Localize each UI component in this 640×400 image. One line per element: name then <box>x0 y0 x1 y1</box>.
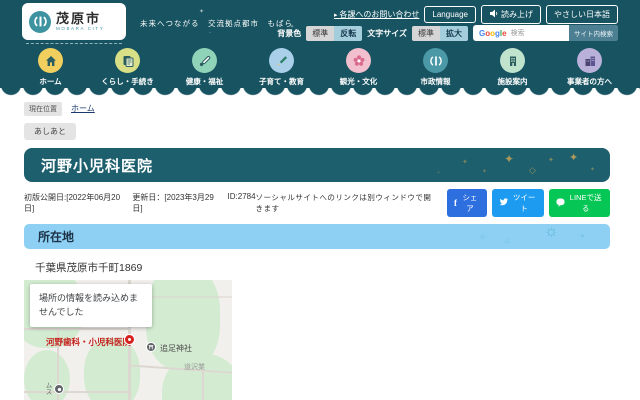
header-settings-row: 背景色 標準 反転 文字サイズ 標準 拡大 Google 検索 サイト内検索 <box>277 25 618 41</box>
speaker-icon <box>489 9 498 20</box>
main-navigation: ホーム くらし・手続き 健康・福祉 子育て・教育 観光・文化 市政情報 施設案内… <box>0 45 640 88</box>
article-meta: 初版公開日:[2022年06月20日] 更新日：[2023年3月29日] ID:… <box>24 192 256 214</box>
nav-item-kenko[interactable]: 健康・福祉 <box>182 48 228 88</box>
search-input[interactable]: 検索 <box>511 28 569 38</box>
area-map-label: 道沢業 <box>184 364 205 371</box>
background-toggle: 標準 反転 <box>306 25 363 41</box>
line-share-button[interactable]: LINEで送る <box>549 189 610 217</box>
mobara-city-page: 茂原市 MOBARA CITY 未来へつながる 交流拠点都市 もばら ✦ ✦ ・… <box>0 0 640 400</box>
embedded-map[interactable]: 河野歯科・小児科医院 追足神社 道沢業 ムス 場所の情報を読み込めませんでした <box>24 280 232 400</box>
poi-icon <box>57 387 61 391</box>
page-content: 現在位置 ホーム あしあと 河野小児科医院 ✦ ✦ ✦ ◇ ✦ ✦ ✦ + 初版… <box>0 98 640 400</box>
header-bar: 茂原市 MOBARA CITY 未来へつながる 交流拠点都市 もばら ✦ ✦ ・… <box>0 0 640 45</box>
triangle-decoration: △ <box>505 238 510 244</box>
nav-item-kosodate[interactable]: 子育て・教育 <box>259 48 305 88</box>
wave-edge-decoration <box>0 88 640 98</box>
logo-text: 茂原市 MOBARA CITY <box>56 12 104 32</box>
sparkle-decoration: ・ <box>208 30 212 35</box>
cherry-blossom-icon <box>346 48 371 73</box>
sparkle-decoration: ✦ <box>580 234 586 240</box>
clinic-map-marker[interactable] <box>124 334 135 345</box>
site-subtitle: MOBARA CITY <box>56 25 105 31</box>
diamond-decoration: ◇ <box>529 165 536 175</box>
header-utility-row: 各課へのお問い合わせ Language 読み上げ やさしい日本語 <box>334 5 618 24</box>
tweet-button[interactable]: ツイート <box>491 189 545 217</box>
breadcrumb: 現在位置 ホーム <box>24 101 610 116</box>
city-tagline: 未来へつながる 交流拠点都市 もばら <box>140 19 293 28</box>
language-button[interactable]: Language <box>424 6 476 23</box>
home-icon <box>38 48 63 73</box>
clinic-map-label[interactable]: 河野歯科・小児科医院 <box>46 336 131 348</box>
sparkle-decoration: ✦ <box>462 159 468 166</box>
line-icon <box>556 197 565 209</box>
sparkle-decoration: ✦ <box>504 152 515 166</box>
textsize-standard-option[interactable]: 標準 <box>412 25 440 41</box>
easy-japanese-button[interactable]: やさしい日本語 <box>546 5 618 24</box>
background-invert-option[interactable]: 反転 <box>334 25 363 41</box>
map-error-popup: 場所の情報を読み込めませんでした <box>30 284 152 327</box>
textsize-expand-option[interactable]: 拡大 <box>440 25 468 41</box>
textsize-label: 文字サイズ <box>367 28 407 38</box>
map-road <box>202 370 204 400</box>
shrine-map-label[interactable]: 追足神社 <box>160 343 192 354</box>
facebook-share-button[interactable]: f シェア <box>446 189 487 217</box>
published-date: 初版公開日:[2022年06月20日] <box>24 193 121 213</box>
current-position-badge: 現在位置 <box>24 101 62 116</box>
page-id: ID:2784 <box>227 192 256 201</box>
nav-item-shisetsu[interactable]: 施設案内 <box>490 48 536 88</box>
background-color-label: 背景色 <box>277 28 302 38</box>
building-icon <box>500 48 525 73</box>
address-text: 千葉県茂原市千町1869 <box>35 262 143 274</box>
background-standard-option[interactable]: 標準 <box>306 25 335 41</box>
page-title-banner: 河野小児科医院 ✦ ✦ ✦ ◇ ✦ ✦ ✦ + <box>24 148 610 182</box>
nav-item-shisei[interactable]: 市政情報 <box>413 48 459 88</box>
footprints-button[interactable]: あしあと <box>24 123 76 140</box>
location-section-heading: 所在地 ○ △ ☼ ✦ <box>24 224 610 249</box>
shrine-map-marker[interactable] <box>146 342 156 352</box>
page-title: 河野小児科医院 <box>41 157 154 175</box>
site-search: Google 検索 サイト内検索 <box>473 25 618 41</box>
pencil-icon <box>269 48 294 73</box>
poi-map-marker[interactable] <box>54 384 64 394</box>
torii-icon <box>148 345 154 350</box>
breadcrumb-home-link[interactable]: ホーム <box>71 103 95 114</box>
site-search-button[interactable]: サイト内検索 <box>569 25 618 41</box>
documents-icon <box>115 48 140 73</box>
sparkle-decoration: ✦ <box>482 169 488 175</box>
article-meta-row: 初版公開日:[2022年06月20日] 更新日：[2023年3月29日] ID:… <box>24 189 610 217</box>
site-title: 茂原市 <box>56 10 102 26</box>
nav-item-jigyosha[interactable]: 事業者の方へ <box>567 48 613 88</box>
sparkle-decoration: ✦ <box>548 157 554 164</box>
map-error-message: 場所の情報を読み込めませんでした <box>39 293 139 317</box>
social-note: ソーシャルサイトへのリンクは別ウィンドウで開きます <box>255 193 432 213</box>
section-title: 所在地 <box>38 230 75 244</box>
social-share-row: ソーシャルサイトへのリンクは別ウィンドウで開きます f シェア ツイート LIN… <box>256 189 610 217</box>
nav-item-kurashi[interactable]: くらし・手続き <box>101 48 154 88</box>
facebook-icon: f <box>453 198 457 208</box>
office-icon <box>577 48 602 73</box>
sparkle-decoration: + <box>437 170 440 176</box>
side-map-label: ムス <box>44 382 51 395</box>
google-logo: Google <box>479 28 507 38</box>
circle-decoration: ○ <box>480 232 485 241</box>
thermometer-icon <box>192 48 217 73</box>
updated-date: 更新日：[2023年3月29日] <box>132 193 214 213</box>
textsize-toggle: 標準 拡大 <box>412 25 468 41</box>
city-emblem-icon <box>29 10 51 33</box>
contact-departments-link[interactable]: 各課へのお問い合わせ <box>334 9 419 20</box>
sparkle-decoration: ✦ <box>199 9 205 15</box>
nav-item-kanko[interactable]: 観光・文化 <box>336 48 382 88</box>
map-road <box>24 391 128 393</box>
sun-decoration: ☼ <box>544 224 559 240</box>
map-road <box>24 328 128 330</box>
nav-item-home[interactable]: ホーム <box>28 48 74 88</box>
site-logo[interactable]: 茂原市 MOBARA CITY <box>22 3 126 44</box>
city-emblem-nav-icon <box>423 48 448 73</box>
readaloud-button[interactable]: 読み上げ <box>481 5 541 24</box>
twitter-icon <box>499 198 508 208</box>
sparkle-decoration: ✦ <box>569 152 579 164</box>
sparkle-decoration: ✦ <box>590 167 596 173</box>
